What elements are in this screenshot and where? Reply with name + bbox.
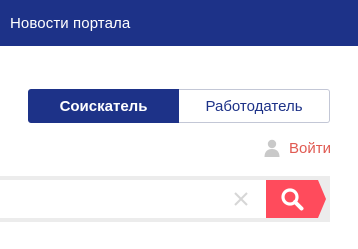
login-label: Войти xyxy=(289,139,331,157)
portal-news-link[interactable]: Новости портала xyxy=(0,15,130,32)
close-icon[interactable] xyxy=(232,190,250,208)
role-switch: Соискатель Работодатель xyxy=(28,89,330,123)
top-bar: Новости портала xyxy=(0,0,358,46)
role-job-seeker-button[interactable]: Соискатель xyxy=(28,89,179,123)
page: Новости портала Соискатель Работодатель … xyxy=(0,0,358,249)
search-button-shape xyxy=(266,180,326,218)
role-employer-button[interactable]: Работодатель xyxy=(179,89,330,123)
search-button[interactable] xyxy=(266,180,326,218)
search-input[interactable] xyxy=(0,180,266,218)
user-icon xyxy=(264,139,280,157)
login-link[interactable]: Войти xyxy=(264,139,331,157)
